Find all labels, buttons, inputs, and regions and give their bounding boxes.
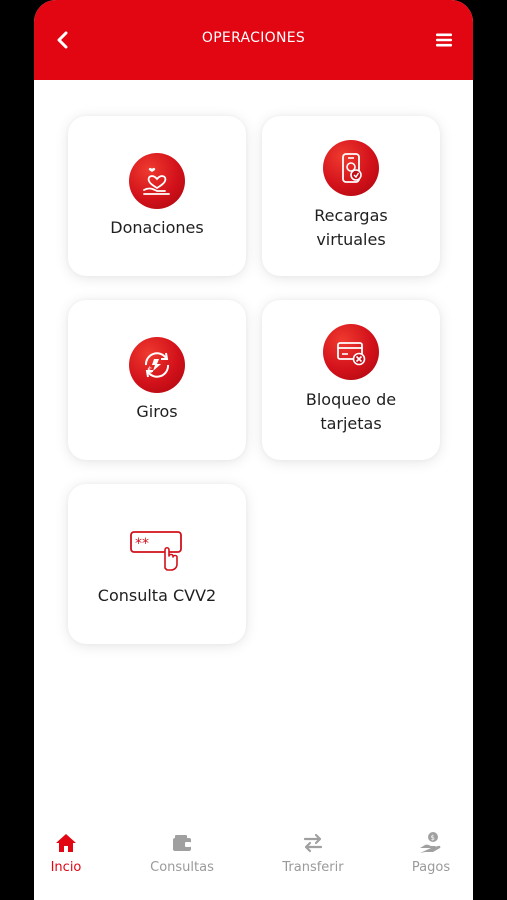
operation-label: Giros	[136, 402, 178, 421]
app-screen: OPERACIONES Donaciones Recargas virtuale…	[34, 0, 473, 900]
payment-hand-icon: $	[386, 828, 473, 858]
operation-card-donaciones[interactable]: Donaciones	[68, 116, 246, 276]
operation-label-line-2: virtuales	[316, 230, 386, 249]
operation-label-line-1: Bloqueo de	[305, 390, 397, 409]
money-transfer-icon: $	[129, 337, 185, 393]
nav-item-inicio[interactable]: Incio	[34, 828, 111, 875]
donation-heart-icon	[129, 153, 185, 209]
cvv-finger-icon: **	[127, 524, 187, 574]
nav-label: Transferir	[282, 860, 344, 875]
home-icon	[34, 828, 111, 858]
operation-card-bloqueo-tarjetas[interactable]: Bloqueo de tarjetas	[262, 300, 440, 460]
svg-text:$: $	[431, 834, 435, 842]
operation-label-line-2: tarjetas	[320, 414, 382, 433]
card-block-icon	[323, 324, 379, 380]
nav-item-consultas[interactable]: Consultas	[137, 828, 227, 875]
page-title: OPERACIONES	[201, 30, 306, 46]
menu-button[interactable]	[429, 25, 459, 55]
nav-label: Incio	[50, 860, 82, 875]
nav-label: Consultas	[150, 860, 214, 875]
hamburger-menu-icon	[436, 33, 452, 47]
svg-text:$: $	[147, 366, 153, 376]
operation-card-recargas-virtuales[interactable]: Recargas virtuales	[262, 116, 440, 276]
nav-item-transferir[interactable]: Transferir	[268, 828, 358, 875]
svg-text:**: **	[135, 536, 149, 552]
operation-card-consulta-cvv2[interactable]: ** Consulta CVV2	[68, 484, 246, 644]
operation-label: Donaciones	[110, 218, 204, 237]
bottom-navigation: Incio Consultas Transferir $ Pagos	[34, 820, 473, 900]
phone-recharge-icon	[323, 140, 379, 196]
operation-card-giros[interactable]: $ Giros	[68, 300, 246, 460]
transfer-arrows-icon	[268, 828, 358, 858]
nav-item-pagos[interactable]: $ Pagos	[386, 828, 473, 875]
nav-label: Pagos	[411, 860, 451, 875]
operation-label-line-1: Recargas	[314, 206, 388, 225]
wallet-icon	[137, 828, 227, 858]
operation-label: Consulta CVV2	[97, 586, 217, 605]
top-app-bar: OPERACIONES	[34, 0, 473, 80]
